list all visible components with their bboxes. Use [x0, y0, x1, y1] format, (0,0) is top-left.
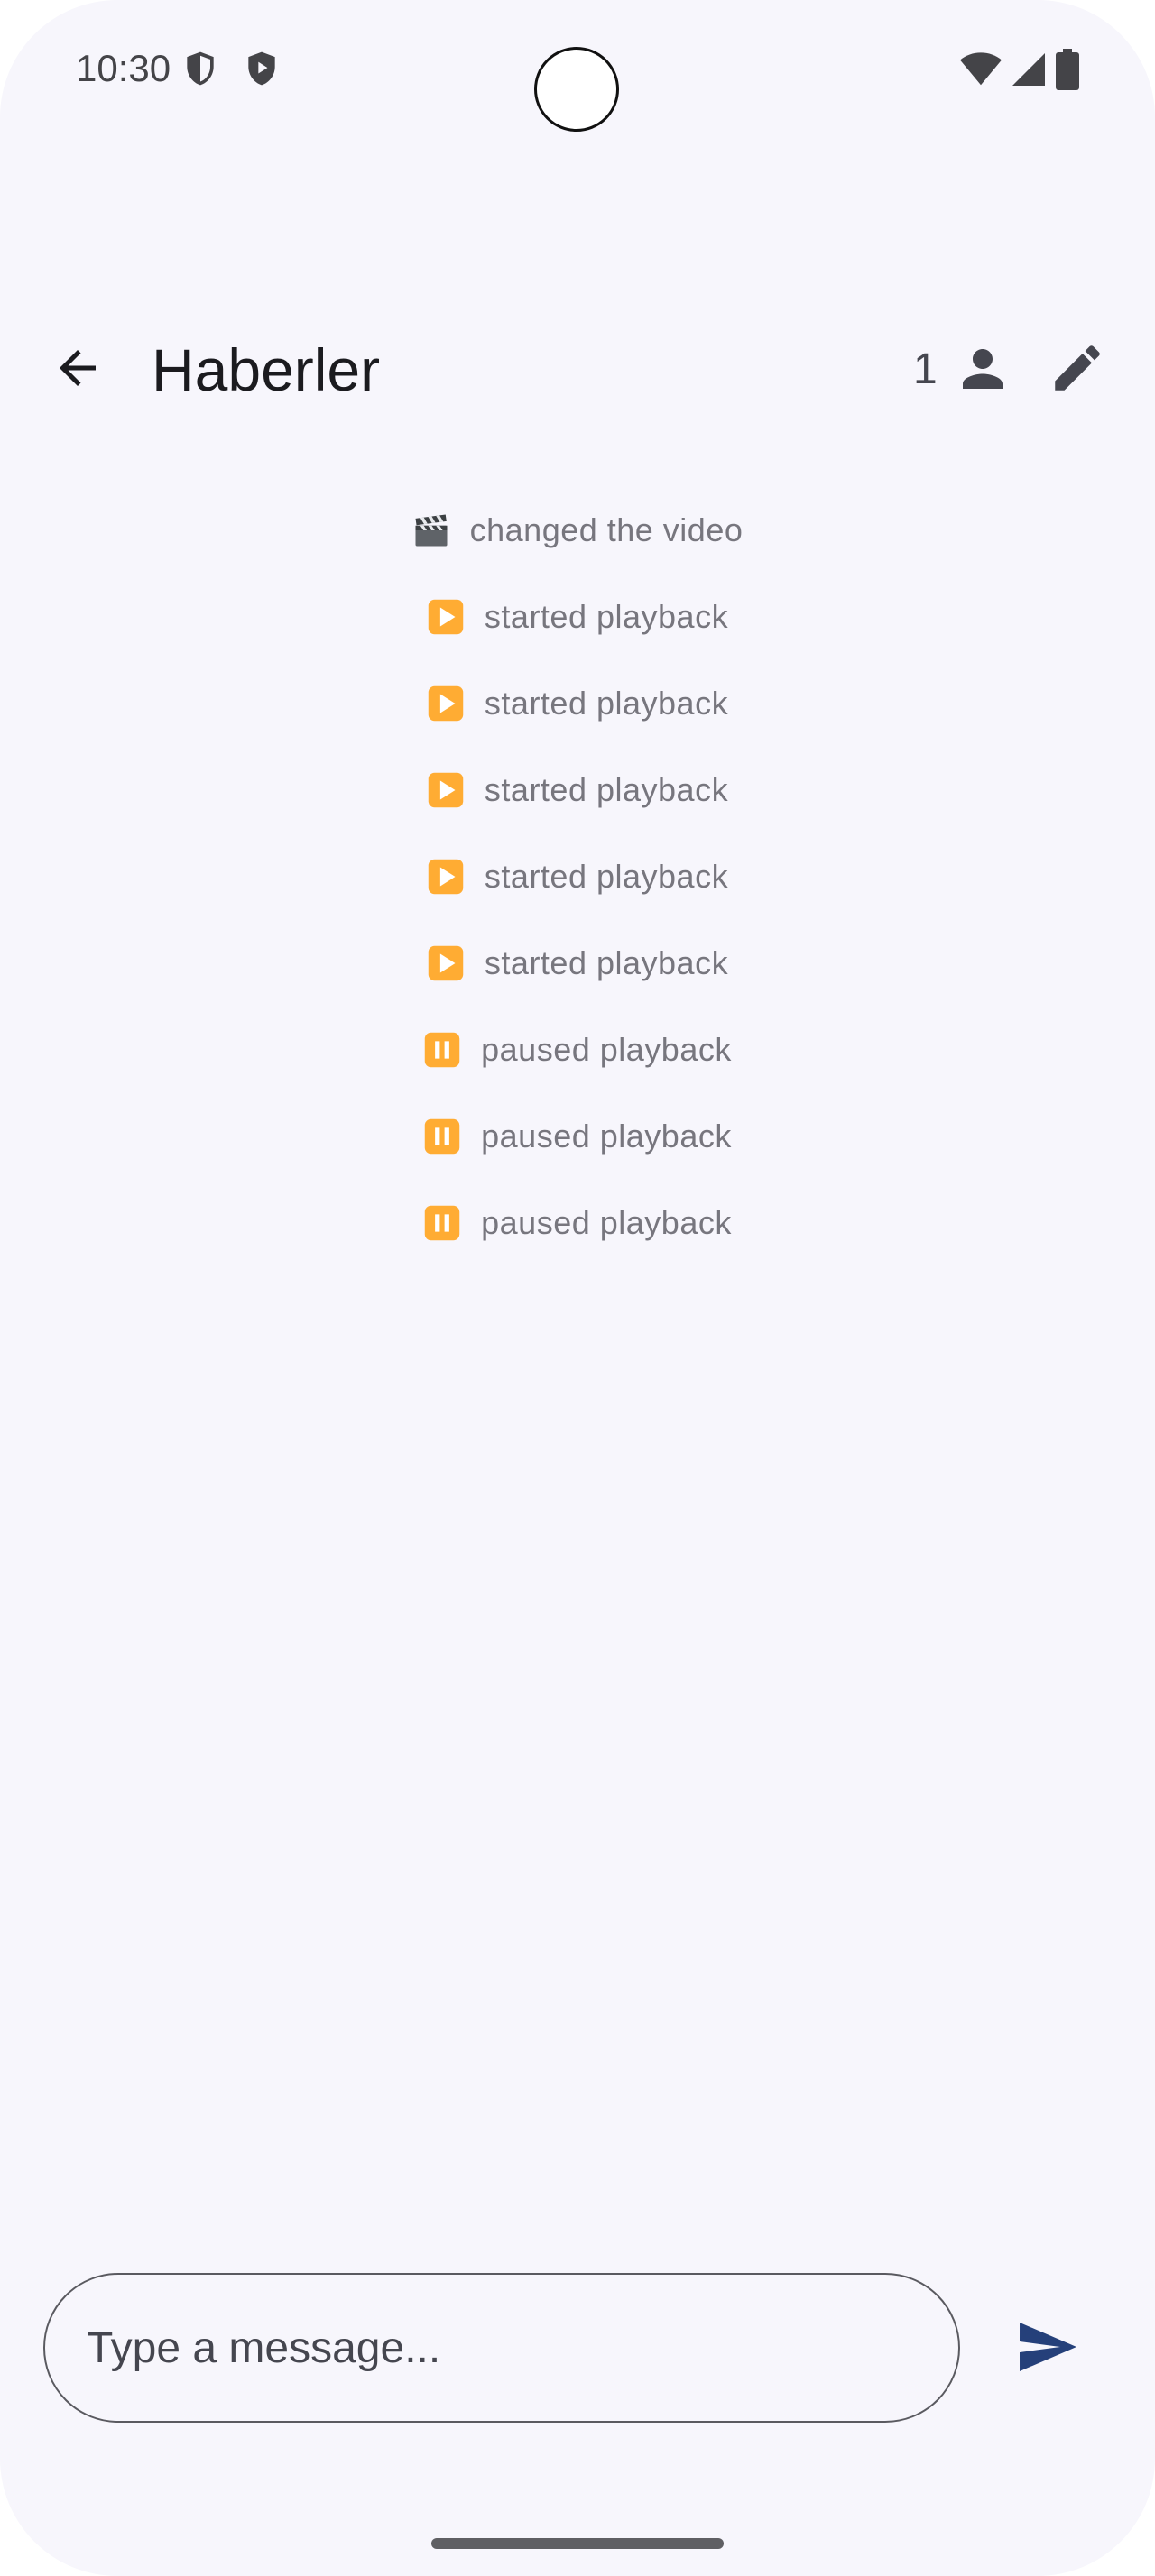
event-text: started playback	[484, 771, 729, 808]
list-item: started playback	[0, 920, 1155, 1007]
play-icon	[427, 598, 465, 636]
back-button[interactable]	[43, 336, 112, 404]
event-text: paused playback	[481, 1118, 732, 1155]
event-text: paused playback	[481, 1204, 732, 1241]
pause-icon	[423, 1204, 461, 1242]
edit-button[interactable]	[1043, 336, 1112, 404]
play-icon	[427, 771, 465, 809]
list-item: started playback	[0, 747, 1155, 833]
list-item: started playback	[0, 660, 1155, 747]
back-arrow-icon	[51, 341, 105, 400]
member-count: 1	[913, 345, 938, 393]
send-button[interactable]	[1009, 2311, 1085, 2387]
event-text: started playback	[484, 685, 729, 722]
list-item: started playback	[0, 833, 1155, 920]
event-text: started playback	[484, 944, 729, 981]
pause-icon	[423, 1031, 461, 1069]
edit-pencil-icon	[1048, 338, 1107, 402]
vpn-shield-icon	[180, 49, 220, 88]
list-item: paused playback	[0, 1093, 1155, 1180]
status-left-icons	[180, 49, 282, 88]
pause-icon	[423, 1118, 461, 1155]
person-icon[interactable]	[953, 339, 1012, 399]
list-item: paused playback	[0, 1007, 1155, 1093]
front-camera	[534, 47, 619, 132]
event-text: started playback	[484, 858, 729, 895]
event-text: paused playback	[481, 1031, 732, 1068]
app-bar: Haberler 1	[0, 298, 1155, 442]
event-text: started playback	[484, 598, 729, 635]
play-icon	[427, 685, 465, 722]
status-time: 10:30	[76, 47, 171, 89]
message-input[interactable]	[43, 2273, 960, 2423]
activity-feed: changed the video started playback start…	[0, 487, 1155, 1266]
battery-icon	[1056, 49, 1079, 90]
event-text: changed the video	[469, 511, 744, 548]
home-indicator[interactable]	[431, 2538, 724, 2549]
list-item: changed the video	[0, 487, 1155, 574]
page-title: Haberler	[152, 336, 381, 403]
list-item: paused playback	[0, 1180, 1155, 1266]
wifi-icon	[960, 51, 1002, 87]
list-item: started playback	[0, 574, 1155, 660]
send-icon	[1014, 2314, 1079, 2384]
play-icon	[427, 858, 465, 896]
status-bar: 10:30	[0, 0, 1155, 144]
status-right-icons	[960, 49, 1079, 90]
cellular-signal-icon	[1011, 51, 1047, 87]
clapper-board-icon	[412, 511, 450, 549]
phone-screen: 10:30 Haberler 1 changed the video start…	[0, 0, 1155, 2576]
play-icon	[427, 944, 465, 982]
play-protect-icon	[242, 49, 282, 88]
